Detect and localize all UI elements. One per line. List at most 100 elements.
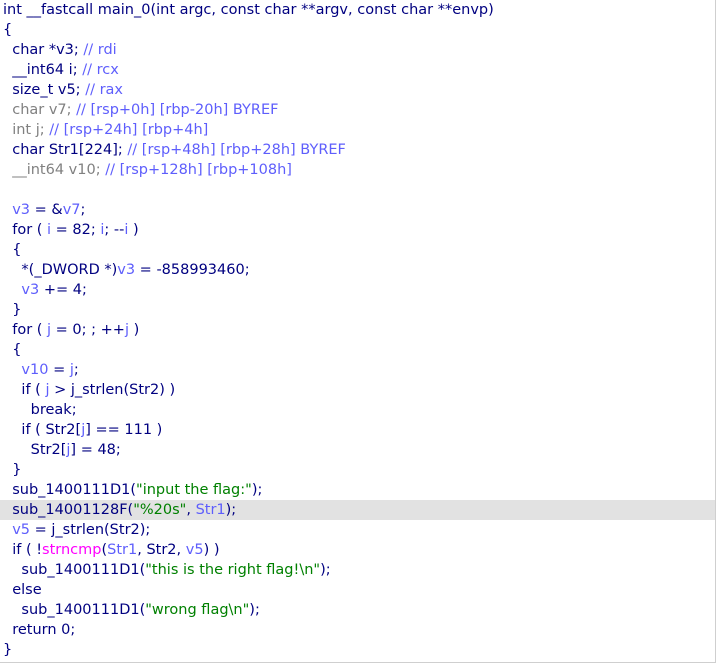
code-token: if ( bbox=[3, 382, 46, 398]
code-line[interactable]: } bbox=[0, 300, 715, 320]
code-token: sub_14001128F( bbox=[3, 502, 134, 518]
code-token: = 0; ; ++ bbox=[51, 322, 125, 338]
code-line[interactable]: char *v3; // rdi bbox=[0, 40, 715, 60]
code-token: = j_strlen(Str2); bbox=[30, 522, 151, 538]
code-token: } bbox=[3, 462, 22, 478]
code-token: int __fastcall main_0(int argc, const ch… bbox=[3, 2, 494, 18]
code-line[interactable]: int __fastcall main_0(int argc, const ch… bbox=[0, 0, 715, 20]
code-token: char *v3; bbox=[3, 42, 84, 58]
code-token: v10 bbox=[3, 362, 49, 378]
code-token: ) ) bbox=[203, 542, 220, 558]
code-line[interactable]: { bbox=[0, 340, 715, 360]
code-line[interactable]: return 0; bbox=[0, 620, 715, 640]
code-token: "wrong flag\n" bbox=[145, 602, 250, 618]
code-line[interactable]: v3 = &v7; bbox=[0, 200, 715, 220]
code-line[interactable]: char Str1[224]; // [rsp+48h] [rbp+28h] B… bbox=[0, 140, 715, 160]
code-token: , Str2, bbox=[137, 542, 186, 558]
code-line[interactable]: if ( !strncmp(Str1, Str2, v5) ) bbox=[0, 540, 715, 560]
code-token: ; bbox=[73, 362, 79, 378]
code-token: { bbox=[3, 242, 22, 258]
code-token: = 82; bbox=[51, 222, 101, 238]
code-token: ); bbox=[225, 502, 237, 518]
code-line[interactable]: __int64 i; // rcx bbox=[0, 60, 715, 80]
code-token: v7 bbox=[62, 202, 81, 218]
code-token: ] = 48; bbox=[70, 442, 121, 458]
code-line[interactable]: sub_1400111D1("input the flag:"); bbox=[0, 480, 715, 500]
code-token: += 4; bbox=[39, 282, 87, 298]
code-token: v5 bbox=[185, 542, 204, 558]
code-token: __int64 v10; bbox=[3, 162, 106, 178]
code-token: sub_1400111D1( bbox=[3, 602, 146, 618]
code-line[interactable] bbox=[0, 180, 715, 200]
code-line[interactable]: } bbox=[0, 640, 715, 660]
code-token: ; -- bbox=[104, 222, 125, 238]
code-line[interactable]: v3 += 4; bbox=[0, 280, 715, 300]
code-token: // rcx bbox=[82, 62, 119, 78]
code-token: v5 bbox=[3, 522, 31, 538]
code-token: return 0; bbox=[3, 622, 76, 638]
code-token: if ( Str2[ bbox=[3, 422, 82, 438]
code-line[interactable]: v5 = j_strlen(Str2); bbox=[0, 520, 715, 540]
code-token: v3 bbox=[3, 282, 40, 298]
code-line[interactable]: __int64 v10; // [rsp+128h] [rbp+108h] bbox=[0, 160, 715, 180]
code-token: Str1 bbox=[107, 542, 138, 558]
code-token: "%20s" bbox=[133, 502, 187, 518]
code-line[interactable]: break; bbox=[0, 400, 715, 420]
code-line[interactable]: { bbox=[0, 20, 715, 40]
code-token: { bbox=[3, 342, 22, 358]
code-line[interactable]: if ( j > j_strlen(Str2) ) bbox=[0, 380, 715, 400]
code-token: v3 bbox=[3, 202, 31, 218]
code-token: int j; bbox=[3, 122, 50, 138]
code-token: char v7; bbox=[3, 102, 77, 118]
code-token: char Str1[224]; bbox=[3, 142, 128, 158]
code-line[interactable]: } bbox=[0, 460, 715, 480]
code-token: v3 bbox=[117, 262, 136, 278]
code-line[interactable]: if ( Str2[j] == 111 ) bbox=[0, 420, 715, 440]
code-line[interactable]: int j; // [rsp+24h] [rbp+4h] bbox=[0, 120, 715, 140]
code-token: = bbox=[48, 362, 70, 378]
code-token: ) bbox=[128, 222, 139, 238]
code-line[interactable]: sub_14001128F("%20s", Str1); bbox=[0, 500, 715, 520]
code-token: } bbox=[3, 642, 13, 658]
code-line[interactable]: char v7; // [rsp+0h] [rbp-20h] BYREF bbox=[0, 100, 715, 120]
code-token: ); bbox=[249, 602, 260, 618]
code-token: __int64 i; bbox=[3, 62, 83, 78]
pseudocode-view[interactable]: int __fastcall main_0(int argc, const ch… bbox=[0, 0, 716, 663]
code-token: Str1 bbox=[195, 502, 226, 518]
code-token: for ( bbox=[3, 322, 48, 338]
code-token: ); bbox=[251, 482, 263, 498]
code-token: ; bbox=[80, 202, 86, 218]
code-token: // [rsp+48h] [rbp+28h] BYREF bbox=[127, 142, 346, 158]
code-line[interactable]: for ( i = 82; i; --i ) bbox=[0, 220, 715, 240]
code-token: // rax bbox=[85, 82, 123, 98]
code-token: = -858993460; bbox=[135, 262, 250, 278]
code-token: break; bbox=[3, 402, 77, 418]
code-token: Str2[ bbox=[3, 442, 67, 458]
code-token: sub_1400111D1( bbox=[3, 482, 137, 498]
code-line[interactable]: { bbox=[0, 240, 715, 260]
code-token: // [rsp+128h] [rbp+108h] bbox=[105, 162, 292, 178]
code-line[interactable]: size_t v5; // rax bbox=[0, 80, 715, 100]
code-token: { bbox=[3, 22, 13, 38]
code-line[interactable]: for ( j = 0; ; ++j ) bbox=[0, 320, 715, 340]
code-line[interactable]: else bbox=[0, 580, 715, 600]
code-line[interactable]: v10 = j; bbox=[0, 360, 715, 380]
code-token: strncmp bbox=[42, 542, 102, 558]
code-token: size_t v5; bbox=[3, 82, 86, 98]
code-token: // rdi bbox=[83, 42, 117, 58]
code-token: // [rsp+24h] [rbp+4h] bbox=[49, 122, 209, 138]
code-token: = & bbox=[30, 202, 63, 218]
code-line[interactable]: *(_DWORD *)v3 = -858993460; bbox=[0, 260, 715, 280]
code-line[interactable]: sub_1400111D1("this is the right flag!\n… bbox=[0, 560, 715, 580]
code-token: "this is the right flag!\n" bbox=[145, 562, 321, 578]
code-token: *(_DWORD *) bbox=[3, 262, 118, 278]
code-line[interactable]: Str2[j] = 48; bbox=[0, 440, 715, 460]
code-line[interactable]: sub_1400111D1("wrong flag\n"); bbox=[0, 600, 715, 620]
code-token: , bbox=[186, 502, 196, 518]
code-token: sub_1400111D1( bbox=[3, 562, 146, 578]
code-token: "input the flag:" bbox=[136, 482, 252, 498]
code-token: if ( ! bbox=[3, 542, 43, 558]
code-token: else bbox=[3, 582, 42, 598]
code-token: } bbox=[3, 302, 22, 318]
code-token: ) bbox=[128, 322, 140, 338]
